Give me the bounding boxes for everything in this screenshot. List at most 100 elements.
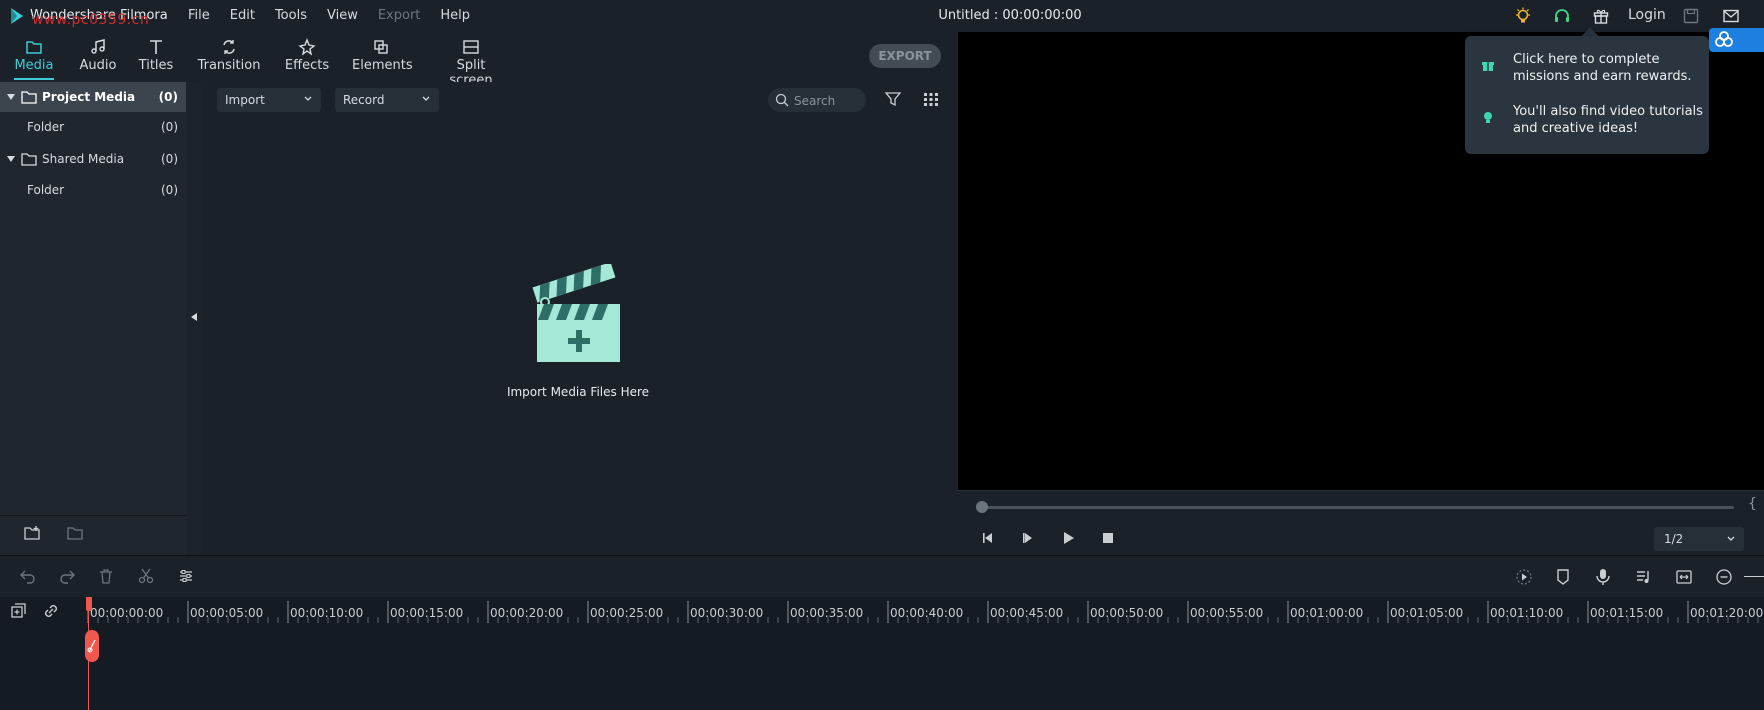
- timeline-tick-label: 00:01:20:00: [1690, 606, 1764, 620]
- search-icon: [775, 93, 789, 107]
- render-preview-icon[interactable]: [1515, 568, 1533, 586]
- adjust-sliders-icon[interactable]: [178, 568, 194, 584]
- sidebar-item-shared-media[interactable]: Shared Media (0): [0, 144, 186, 174]
- timeline-tick-label: 00:00:45:00: [990, 606, 1064, 620]
- marker-icon[interactable]: [1555, 568, 1571, 586]
- sidebar-item-label: Project Media: [42, 90, 136, 104]
- scissors-icon: [87, 639, 96, 653]
- zoom-out-icon[interactable]: [1715, 568, 1733, 586]
- gift-icon[interactable]: [1592, 7, 1610, 25]
- menu-tools[interactable]: Tools: [265, 8, 317, 23]
- login-button[interactable]: Login: [1628, 7, 1666, 23]
- tab-media[interactable]: Media: [12, 38, 56, 73]
- sidebar-item-folder[interactable]: Folder (0): [0, 112, 186, 142]
- tab-transition[interactable]: Transition: [196, 38, 262, 73]
- tab-split-screen[interactable]: Split screen: [436, 38, 506, 88]
- timeline-tick-label: 00:00:00:00: [90, 606, 164, 620]
- timeline-tick-label: 00:00:50:00: [1090, 606, 1164, 620]
- record-dropdown-label: Record: [343, 93, 385, 107]
- preview-scrub-track[interactable]: [982, 506, 1734, 509]
- menu-file[interactable]: File: [178, 8, 220, 23]
- delete-icon[interactable]: [98, 568, 114, 584]
- menu-export[interactable]: Export: [368, 8, 431, 23]
- next-frame-icon[interactable]: [1020, 530, 1036, 546]
- grid-view-icon[interactable]: [922, 90, 940, 108]
- tab-audio-label: Audio: [79, 58, 117, 73]
- preview-controls: [958, 490, 1764, 556]
- tab-elements-label: Elements: [352, 58, 413, 73]
- tab-titles-label: Titles: [138, 58, 174, 73]
- previous-frame-icon[interactable]: [980, 530, 996, 546]
- media-sidebar: Project Media (0) Folder (0) Shared Medi…: [0, 82, 187, 555]
- menu-view[interactable]: View: [317, 8, 368, 23]
- text-icon: [146, 38, 166, 56]
- sidebar-collapse-handle[interactable]: [186, 82, 201, 555]
- clapperboard-add-icon[interactable]: [532, 264, 624, 364]
- sidebar-item-label: Shared Media: [42, 152, 125, 166]
- active-tab-indicator: [14, 78, 54, 80]
- timeline-tick-label: 00:00:30:00: [690, 606, 764, 620]
- playhead-handle[interactable]: [86, 597, 92, 611]
- redo-icon[interactable]: [58, 568, 76, 584]
- music-note-icon: [88, 38, 108, 56]
- menu-edit[interactable]: Edit: [220, 8, 265, 23]
- sidebar-item-label: Folder: [27, 183, 65, 197]
- tab-titles[interactable]: Titles: [134, 38, 178, 73]
- sidebar-item-folder[interactable]: Folder (0): [0, 175, 186, 205]
- save-icon[interactable]: [1682, 7, 1700, 25]
- undo-icon[interactable]: [19, 568, 37, 584]
- mark-in-bracket[interactable]: {: [1748, 496, 1757, 512]
- search-input[interactable]: [792, 91, 864, 111]
- new-folder-icon[interactable]: [24, 525, 42, 541]
- lightbulb-icon: [1481, 110, 1495, 124]
- sidebar-item-count: (0): [161, 152, 178, 166]
- timeline-toolbar: [0, 555, 1764, 598]
- timeline-tick-label: 00:00:40:00: [890, 606, 964, 620]
- rewards-tooltip[interactable]: Click here to complete missions and earn…: [1465, 36, 1709, 154]
- play-icon[interactable]: [1060, 530, 1076, 546]
- audio-mixer-icon[interactable]: [1635, 568, 1651, 586]
- expand-triangle-icon[interactable]: [6, 92, 16, 102]
- folder-icon: [21, 90, 37, 104]
- timeline-tick-label: 00:01:05:00: [1390, 606, 1464, 620]
- lightbulb-icon[interactable]: [1514, 7, 1532, 25]
- fit-timeline-icon[interactable]: [1675, 568, 1693, 586]
- playhead-cut-marker[interactable]: [85, 630, 99, 662]
- tab-elements[interactable]: Elements: [352, 38, 413, 73]
- sidebar-item-count: (0): [161, 120, 178, 134]
- cloud-sync-badge[interactable]: [1709, 28, 1764, 52]
- export-button[interactable]: EXPORT: [869, 44, 941, 68]
- tab-effects[interactable]: Effects: [284, 38, 330, 73]
- folder-outline-icon[interactable]: [67, 525, 85, 541]
- timeline-zoom-slider[interactable]: [1744, 576, 1764, 577]
- timeline-tick-label: 00:00:15:00: [390, 606, 464, 620]
- microphone-icon[interactable]: [1595, 568, 1611, 586]
- import-dropdown[interactable]: Import: [217, 88, 321, 112]
- timeline-tick-label: 00:01:00:00: [1290, 606, 1364, 620]
- filter-icon[interactable]: [884, 90, 902, 108]
- record-dropdown[interactable]: Record: [335, 88, 439, 112]
- expand-triangle-icon[interactable]: [6, 154, 16, 164]
- search-box[interactable]: [768, 88, 866, 112]
- timeline-tick-label: 00:00:05:00: [190, 606, 264, 620]
- headset-icon[interactable]: [1553, 7, 1571, 25]
- cloud-icon: [1715, 31, 1733, 47]
- menu-help[interactable]: Help: [430, 8, 480, 23]
- stop-icon[interactable]: [1100, 530, 1116, 546]
- chevron-left-icon: [191, 313, 197, 321]
- effects-icon: [297, 38, 317, 56]
- scissors-icon[interactable]: [138, 568, 154, 584]
- timeline-tick-label: 00:00:55:00: [1190, 606, 1264, 620]
- preview-scrub-handle[interactable]: [976, 501, 988, 513]
- timeline-track-area[interactable]: [0, 625, 1764, 710]
- mail-icon[interactable]: [1722, 7, 1740, 25]
- tab-media-label: Media: [14, 58, 54, 73]
- preview-quality-select[interactable]: 1/2: [1654, 527, 1744, 551]
- import-media-hint: Import Media Files Here: [506, 385, 650, 399]
- folder-icon: [24, 38, 44, 56]
- tooltip-tutorials-text: You'll also find video tutorials and cre…: [1513, 104, 1703, 136]
- gift-icon: [1481, 58, 1495, 72]
- sidebar-item-project-media[interactable]: Project Media (0): [0, 82, 186, 112]
- tab-audio[interactable]: Audio: [76, 38, 120, 73]
- timeline-tick-label: 00:00:10:00: [290, 606, 364, 620]
